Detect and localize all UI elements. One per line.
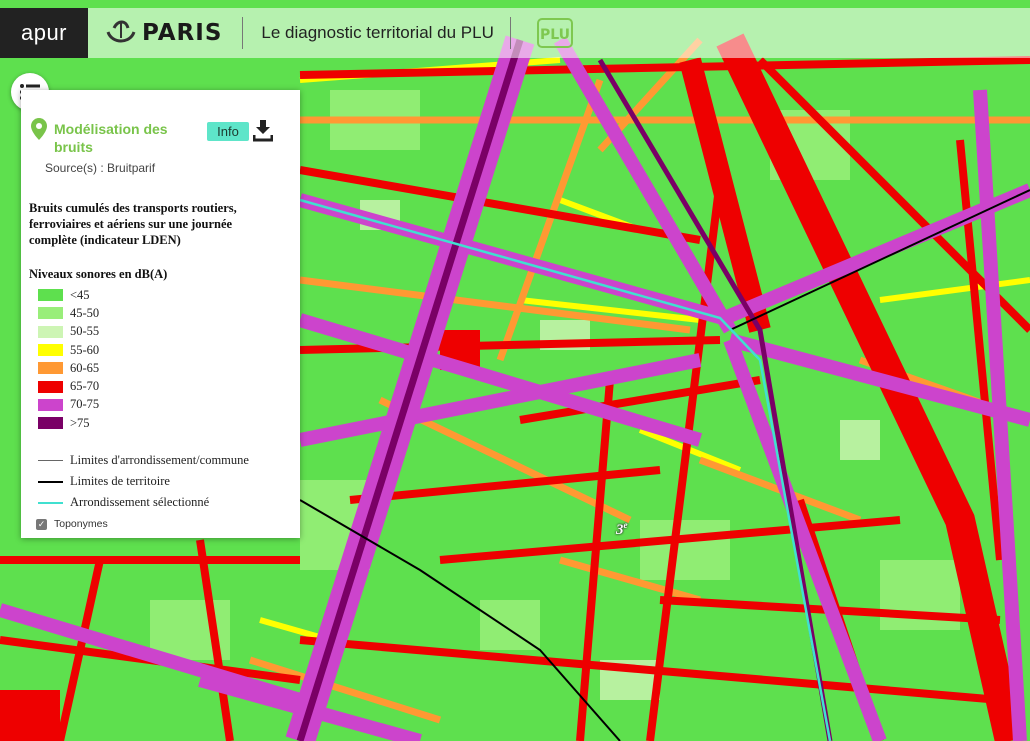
toponymes-label: Toponymes [54,518,108,530]
app-header: apur PARIS Le diagnostic territorial du … [0,8,1030,58]
legend-description: Bruits cumulés des transports routiers, … [29,201,237,247]
legend-swatch [38,289,63,302]
legend-item: <45 [38,286,99,304]
legend-swatch [38,398,63,411]
legend-line-label: Limites de territoire [70,474,170,488]
arrondissement-suffix: e [623,520,628,530]
header-divider [509,17,511,49]
arrondissement-label: 3e [616,520,628,539]
legend-item: 60-65 [38,359,99,377]
legend-item: 70-75 [38,396,99,414]
paris-logo[interactable]: PARIS [104,18,222,48]
layer-source: Source(s) : Bruitparif [45,161,156,175]
legend-swatch [38,380,63,393]
legend-line-item: Limites de territoire [38,471,249,492]
info-button[interactable]: Info [207,122,249,141]
plu-logo[interactable]: PLU [536,18,573,48]
toponymes-toggle[interactable]: ✓ Toponymes [36,518,108,530]
legend-label: 45-50 [70,305,100,320]
plu-logo-text: PLU [540,27,570,43]
paris-logo-text: PARIS [142,20,223,46]
boundary-legend: Limites d'arrondissement/commune Limites… [38,450,249,513]
noise-level-legend: <45 45-50 50-55 55-60 60-65 65-70 70-75 … [38,286,99,432]
legend-item: 55-60 [38,341,99,359]
layer-title: Modélisation des bruits [54,121,168,155]
legend-line-label: Limites d'arrondissement/commune [70,453,249,467]
legend-line-item: Limites d'arrondissement/commune [38,450,249,471]
legend-swatch [38,362,63,375]
legend-label: >75 [70,415,90,430]
legend-item: 50-55 [38,323,99,341]
header-divider [242,17,244,49]
paris-boat-icon [106,20,136,43]
legend-item: >75 [38,414,99,432]
legend-label: 70-75 [70,397,100,412]
line-sample [38,460,63,461]
app-title: Le diagnostic territorial du PLU [261,23,494,42]
legend-label: <45 [70,287,90,302]
apur-logo[interactable]: apur [0,8,88,58]
download-icon[interactable] [253,120,273,142]
layer-header [31,118,47,140]
legend-swatch [38,417,63,430]
toponymes-checkbox[interactable]: ✓ [36,518,47,530]
plu-logo-icon: PLU [536,18,573,48]
legend-item: 65-70 [38,377,99,395]
legend-item: 45-50 [38,304,99,322]
legend-label: 55-60 [70,342,100,357]
legend-line-item: Arrondissement sélectionné [38,492,249,513]
legend-label: 65-70 [70,379,100,394]
legend-swatch [38,344,63,357]
legend-swatch [38,307,63,320]
legend-label: 60-65 [70,360,100,375]
line-sample [38,501,63,504]
map-pin-icon [31,118,47,140]
legend-title: Niveaux sonores en dB(A) [29,267,168,281]
legend-line-label: Arrondissement sélectionné [70,495,210,509]
legend-label: 50-55 [70,324,100,339]
arrondissement-number: 3 [616,522,624,538]
line-sample [38,480,63,483]
layer-legend-panel: Modélisation des bruits Info Source(s) :… [21,90,300,538]
legend-swatch [38,325,63,338]
